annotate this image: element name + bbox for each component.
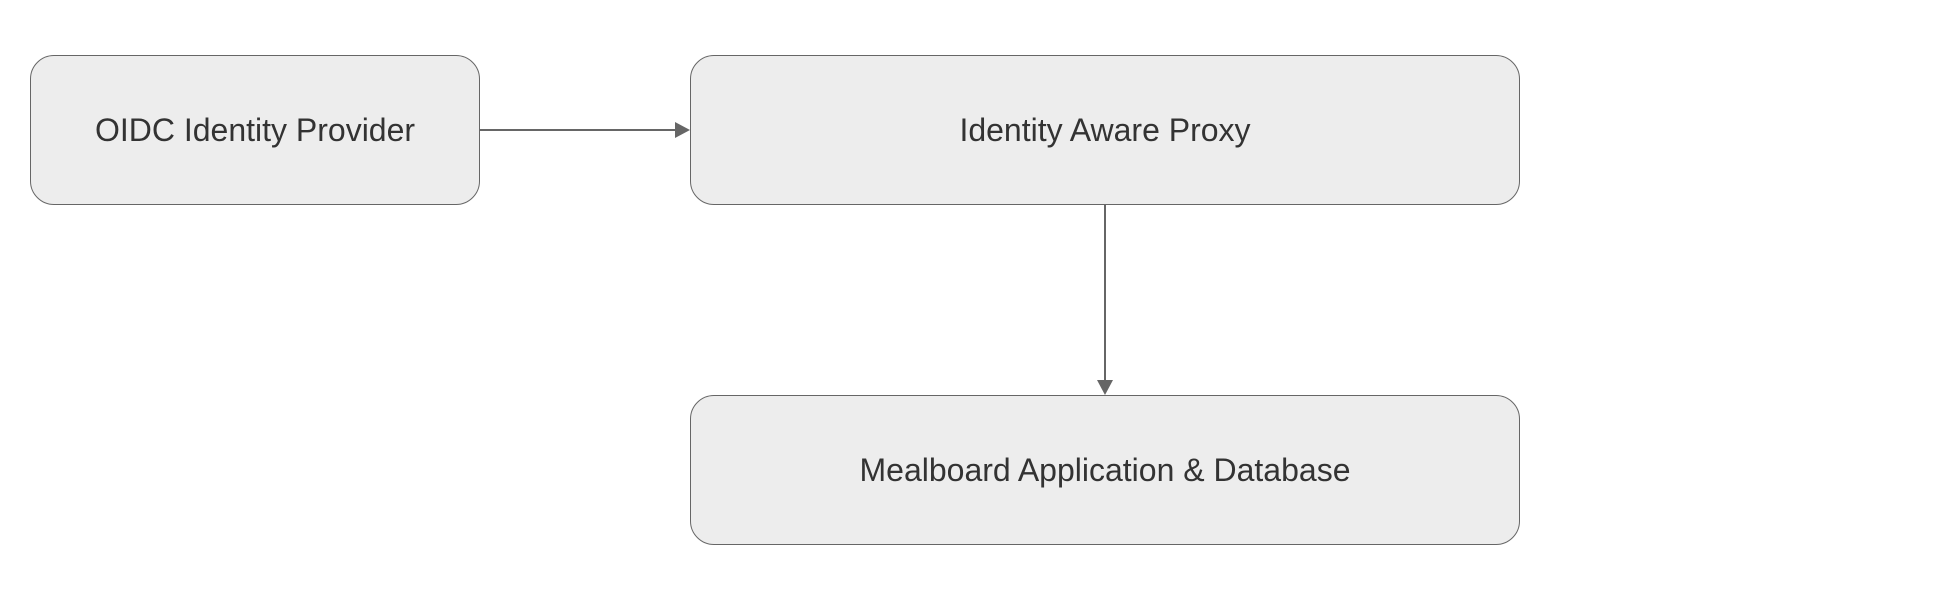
arrow-proxy-to-app	[1104, 205, 1106, 380]
node-label: Mealboard Application & Database	[860, 452, 1351, 489]
node-label: Identity Aware Proxy	[959, 112, 1250, 149]
arrow-oidc-to-proxy	[480, 129, 675, 131]
node-label: OIDC Identity Provider	[95, 112, 415, 149]
node-identity-aware-proxy: Identity Aware Proxy	[690, 55, 1520, 205]
arrow-head-right-icon	[675, 122, 690, 138]
arrow-head-down-icon	[1097, 380, 1113, 395]
node-mealboard-application: Mealboard Application & Database	[690, 395, 1520, 545]
node-oidc-identity-provider: OIDC Identity Provider	[30, 55, 480, 205]
